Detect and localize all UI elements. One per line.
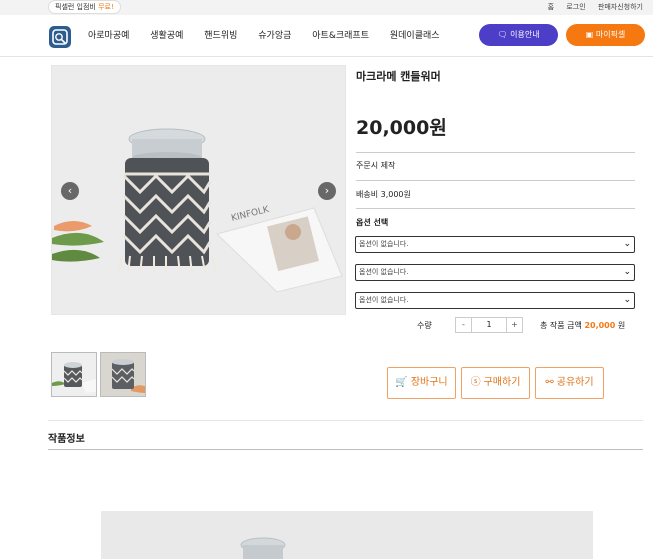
section-title-product-info: 작품정보 bbox=[48, 434, 85, 445]
divider bbox=[356, 208, 635, 209]
quantity-label: 수량 bbox=[417, 321, 432, 330]
product-title: 마크라메 캔들워머 bbox=[356, 70, 441, 83]
share-icon: ⚯ bbox=[545, 377, 554, 388]
product-photo: KINFOLK bbox=[52, 66, 345, 314]
home-link[interactable]: 홈 bbox=[548, 3, 554, 11]
add-to-cart-label: 장바구니 bbox=[410, 377, 448, 388]
chevron-down-icon: ⌄ bbox=[623, 267, 631, 277]
cart-icon: 🛒 bbox=[395, 377, 408, 388]
product-detail-image bbox=[101, 511, 593, 559]
thumbnail-photo-1 bbox=[52, 353, 96, 396]
thumbnail-photo-2 bbox=[101, 353, 145, 396]
main-nav: 아로마공예 생활공예 핸드위빙 슈가앙금 아트&크래프트 원데이클래스 bbox=[88, 29, 458, 43]
user-icon: ▣ bbox=[585, 30, 594, 39]
buy-button[interactable]: ⓢ 구매하기 bbox=[461, 367, 530, 399]
quantity-increase-button[interactable]: + bbox=[506, 318, 522, 332]
total-price: 총 작품 금액 20,000 원 bbox=[540, 320, 625, 331]
nav-item-aroma[interactable]: 아로마공예 bbox=[88, 31, 129, 41]
chevron-down-icon: ⌄ bbox=[623, 239, 631, 249]
coin-icon: ⓢ bbox=[470, 377, 481, 388]
promo-badge[interactable]: 픽셀런 입점비 무료! bbox=[48, 0, 121, 14]
option-select-2[interactable]: 옵션이 없습니다. ⌄ bbox=[355, 264, 635, 281]
option-select-3[interactable]: 옵션이 없습니다. ⌄ bbox=[355, 292, 635, 309]
share-button[interactable]: ⚯ 공유하기 bbox=[535, 367, 604, 399]
option-select-value: 옵션이 없습니다. bbox=[359, 296, 409, 304]
chevron-down-icon: ⌄ bbox=[623, 295, 631, 305]
option-select-1[interactable]: 옵션이 없습니다. ⌄ bbox=[355, 236, 635, 253]
made-to-order-text: 주문시 제작 bbox=[356, 161, 396, 170]
site-header: 아로마공예 생활공예 핸드위빙 슈가앙금 아트&크래프트 원데이클래스 🗨 이용… bbox=[0, 15, 653, 57]
mypage-button-label: 마이픽셀 bbox=[595, 30, 626, 39]
buy-button-label: 구매하기 bbox=[483, 377, 521, 388]
promo-text: 픽셀런 입점비 bbox=[55, 3, 99, 11]
divider bbox=[356, 152, 635, 153]
nav-item-weaving[interactable]: 핸드위빙 bbox=[204, 31, 237, 41]
total-price-unit: 원 bbox=[617, 321, 626, 330]
seller-apply-link[interactable]: 판매자신청하기 bbox=[598, 3, 643, 11]
product-price: 20,000원 bbox=[356, 117, 447, 139]
top-links: 홈 로그인 판매자신청하기 bbox=[538, 0, 643, 14]
product-main-image: KINFOLK ‹ › bbox=[51, 65, 346, 315]
guide-button[interactable]: 🗨 이용안내 bbox=[479, 24, 558, 46]
nav-item-oneday-class[interactable]: 원데이클래스 bbox=[390, 31, 440, 41]
quantity-stepper: - 1 + bbox=[455, 317, 523, 333]
share-button-label: 공유하기 bbox=[556, 377, 594, 388]
chevron-right-icon: › bbox=[324, 184, 330, 197]
quantity-value[interactable]: 1 bbox=[472, 318, 506, 332]
total-price-amount: 20,000 bbox=[584, 321, 616, 330]
nav-item-art-craft[interactable]: 아트&크래프트 bbox=[312, 31, 369, 41]
chevron-left-icon: ‹ bbox=[67, 184, 73, 197]
divider bbox=[356, 180, 635, 181]
divider bbox=[48, 449, 643, 450]
total-price-label: 총 작품 금액 bbox=[540, 321, 582, 330]
detail-photo bbox=[101, 511, 593, 559]
guide-button-label: 이용안내 bbox=[510, 30, 540, 39]
option-select-value: 옵션이 없습니다. bbox=[359, 240, 409, 248]
divider bbox=[48, 420, 643, 421]
prev-image-button[interactable]: ‹ bbox=[61, 182, 79, 200]
promo-highlight: 무료! bbox=[98, 3, 114, 11]
thumbnail-1[interactable] bbox=[51, 352, 97, 397]
guide-icon: 🗨 bbox=[497, 30, 508, 39]
mypage-button[interactable]: ▣ 마이픽셀 bbox=[566, 24, 645, 46]
top-bar: 픽셀런 입점비 무료! 홈 로그인 판매자신청하기 bbox=[0, 0, 653, 15]
site-logo[interactable] bbox=[49, 26, 71, 48]
quantity-decrease-button[interactable]: - bbox=[456, 318, 472, 332]
next-image-button[interactable]: › bbox=[318, 182, 336, 200]
login-link[interactable]: 로그인 bbox=[566, 3, 585, 11]
nav-item-sugar[interactable]: 슈가앙금 bbox=[258, 31, 291, 41]
thumbnail-2[interactable] bbox=[100, 352, 146, 397]
logo-icon bbox=[52, 29, 68, 45]
option-label: 옵션 선택 bbox=[356, 218, 389, 227]
shipping-fee-text: 배송비 3,000원 bbox=[356, 190, 411, 199]
option-select-value: 옵션이 없습니다. bbox=[359, 268, 409, 276]
add-to-cart-button[interactable]: 🛒 장바구니 bbox=[387, 367, 456, 399]
nav-item-living[interactable]: 생활공예 bbox=[150, 31, 183, 41]
